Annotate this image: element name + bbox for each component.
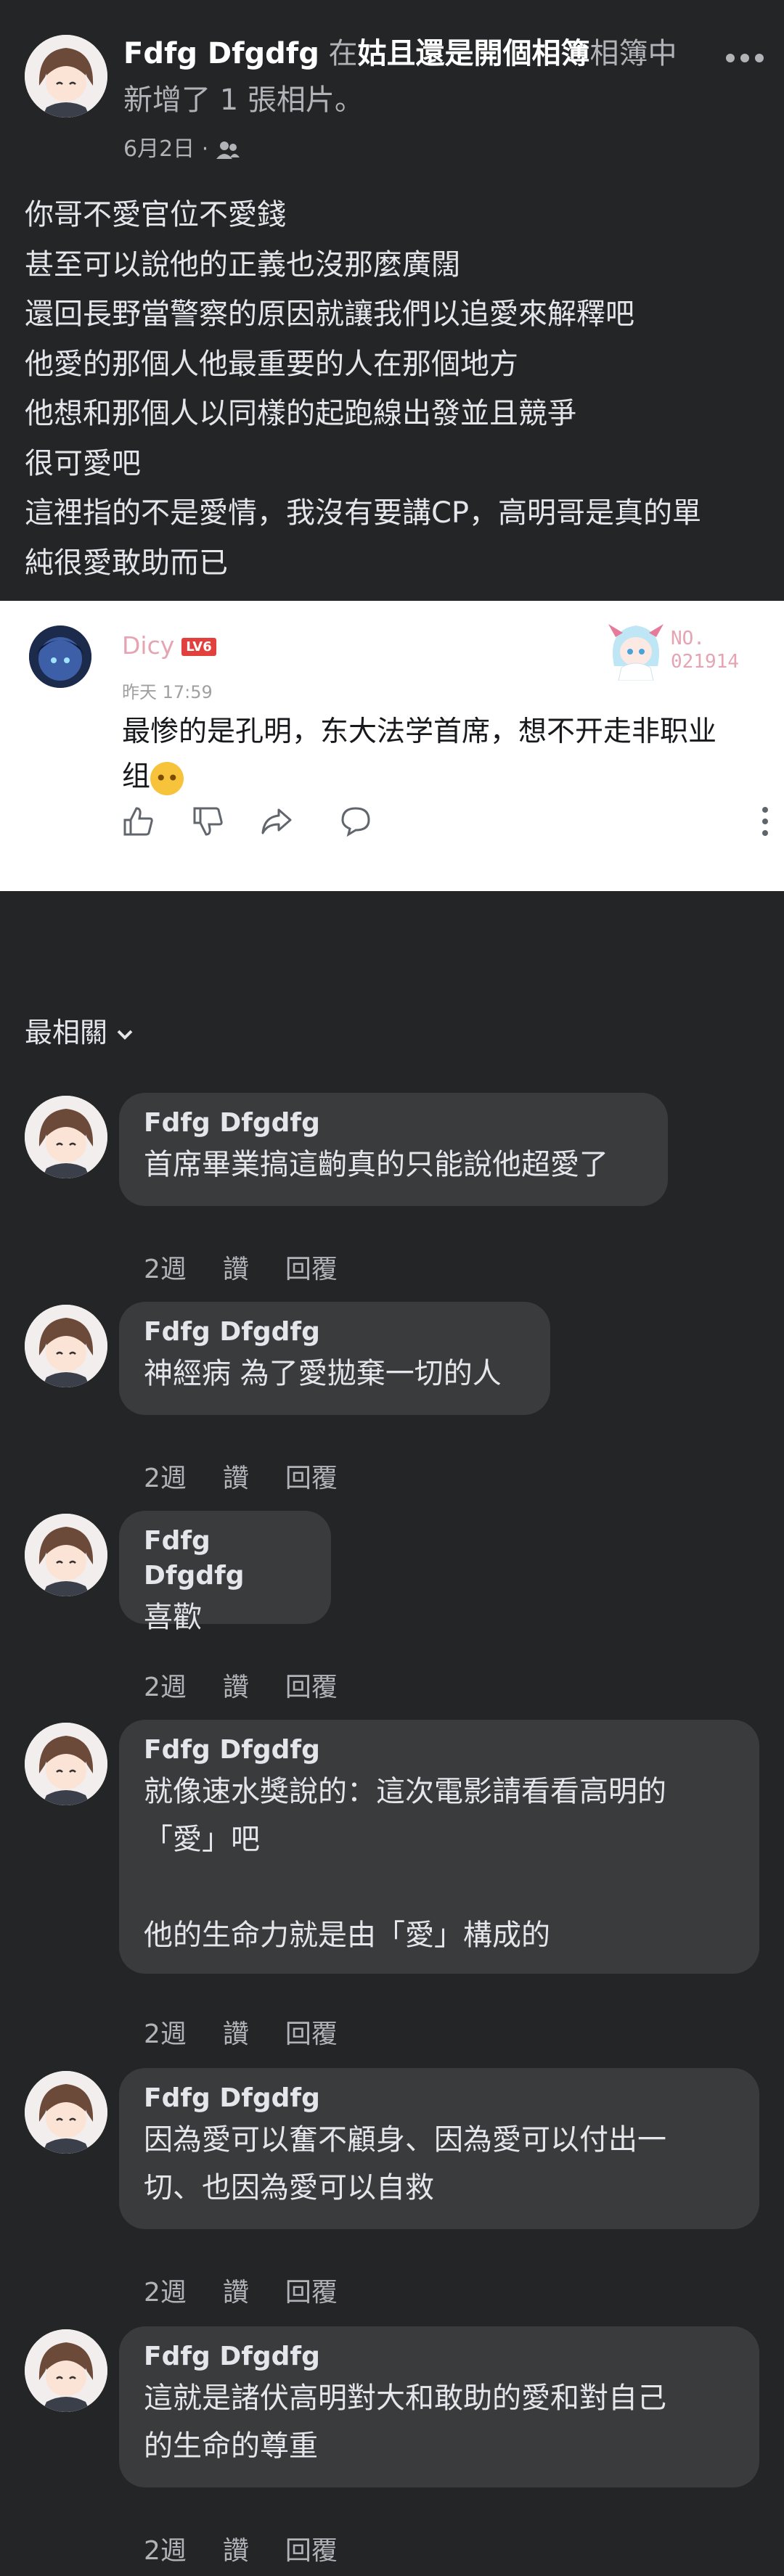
post-action-text: 新增了 1 張相片。 (123, 83, 364, 117)
embed-comment-text: 最惨的是孔明，东大法学首席，想不开走非职业 组 •• (122, 710, 746, 800)
reply-button[interactable]: 回覆 (285, 1673, 338, 1702)
comment-text: 首席畢業搞這齣真的只能說他超愛了 (144, 1148, 608, 1181)
album-link[interactable]: 姑且還是開個相簿 (358, 37, 590, 70)
reply-button[interactable]: 回覆 (285, 1255, 338, 1284)
commenter-name[interactable]: Fdfg Dfgdfg (144, 2339, 735, 2374)
comment-time[interactable]: 2週 (144, 1464, 187, 1493)
post-photo[interactable]: Dicy LV6 昨天 17:59 NO. 021914 最惨的是孔明，东大法学首… (0, 601, 784, 891)
comment-actions: 2週 讚 回覆 (144, 2530, 374, 2567)
post-line: 他愛的那個人他最重要的人在那個地方 (25, 347, 518, 381)
comment-sort-dropdown[interactable]: 最相關 (25, 1010, 135, 1050)
comment-text: 神經病 為了愛拋棄一切的人 (144, 1357, 502, 1390)
commenter-avatar[interactable] (25, 1514, 107, 1596)
reply-button[interactable]: 回覆 (285, 2019, 338, 2049)
comment-text: 因為愛可以奮不顧身、因為愛可以付出一 切、也因為愛可以自救 (144, 2123, 666, 2204)
like-button[interactable]: 讚 (223, 1673, 249, 1702)
thumb-down-icon (192, 805, 224, 840)
like-button[interactable]: 讚 (223, 2536, 249, 2566)
badge-no-value: 021914 (671, 651, 739, 673)
album-suffix: 相簿中 (589, 37, 677, 70)
comment-bubble: Fdfg Dfgdfg 這就是諸伏高明對大和敢助的愛和對自己 的生命的尊重 (119, 2326, 759, 2487)
embed-username-text: Dicy (122, 631, 175, 660)
comment-time[interactable]: 2週 (144, 1673, 187, 1702)
character-badge-image (600, 615, 672, 681)
commenter-avatar[interactable] (25, 2071, 107, 2154)
post-line: 甚至可以說他的正義也沒那麼廣闊 (25, 247, 460, 282)
author-avatar[interactable] (25, 35, 107, 118)
post-line: 還回長野當警察的原因就讓我們以追愛來解釋吧 (25, 298, 634, 331)
post-meta: 6月2日 · (123, 131, 240, 163)
embed-time: 昨天 17:59 (122, 682, 213, 702)
sweat-emoji-icon: •• (150, 761, 184, 795)
comment-actions: 2週 讚 回覆 (144, 2271, 374, 2309)
like-button[interactable]: 讚 (223, 1255, 249, 1284)
comment-icon (340, 805, 372, 840)
commenter-name[interactable]: Fdfg Dfgdfg (144, 1315, 526, 1350)
post-date[interactable]: 6月2日 (123, 136, 195, 162)
commenter-avatar[interactable] (25, 1305, 107, 1387)
thumb-up-icon (122, 805, 154, 840)
comment-text: 喜歡 (144, 1601, 202, 1634)
meta-separator: · (201, 136, 209, 162)
comment-bubble: Fdfg Dfgdfg 神經病 為了愛拋棄一切的人 (119, 1302, 550, 1415)
commenter-avatar[interactable] (25, 1723, 107, 1805)
friends-icon (216, 136, 240, 162)
comment-text: 就像速水獎說的：這次電影請看看高明的 「愛」吧 他的生命力就是由「愛」構成的 (144, 1775, 666, 1952)
reply-button[interactable]: 回覆 (285, 2278, 338, 2308)
post-header: Fdfg Dfgdfg 在姑且還是開個相簿相簿中 新增了 1 張相片。 6月2日… (0, 0, 784, 174)
comment-time[interactable]: 2週 (144, 2278, 187, 2308)
comment-bubble: Fdfg Dfgdfg 因為愛可以奮不顧身、因為愛可以付出一 切、也因為愛可以自救 (119, 2068, 759, 2229)
like-button[interactable]: 讚 (223, 2278, 249, 2308)
commenter-name[interactable]: Fdfg Dfgdfg (144, 1106, 643, 1141)
like-button[interactable]: 讚 (223, 2019, 249, 2049)
author-name[interactable]: Fdfg Dfgdfg (123, 37, 319, 70)
comment-actions: 2週 讚 回覆 (144, 1666, 374, 1704)
embed-actions (122, 805, 761, 849)
embed-username: Dicy LV6 (122, 631, 216, 660)
more-horizontal-icon[interactable] (724, 38, 765, 71)
comment-actions: 2週 讚 回覆 (144, 1248, 374, 1286)
comment-actions: 2週 讚 回覆 (144, 2013, 374, 2051)
level-badge: LV6 (181, 638, 216, 656)
commenter-name[interactable]: Fdfg Dfgdfg (144, 2081, 735, 2116)
post-body: 你哥不愛官位不愛錢 甚至可以說他的正義也沒那麼廣闊 還回長野當警察的原因就讓我們… (0, 174, 784, 584)
post-header-text: Fdfg Dfgdfg 在姑且還是開個相簿相簿中 新增了 1 張相片。 (123, 30, 704, 123)
comment-actions: 2週 讚 回覆 (144, 1457, 374, 1495)
commenter-avatar[interactable] (25, 1096, 107, 1178)
badge-number: NO. 021914 (671, 627, 739, 673)
more-vertical-icon (761, 805, 769, 844)
comment-bubble: Fdfg Dfgdfg 首席畢業搞這齣真的只能說他超愛了 (119, 1093, 668, 1206)
like-button[interactable]: 讚 (223, 1464, 249, 1493)
badge-no-label: NO. (671, 628, 705, 649)
commenter-avatar[interactable] (25, 2329, 107, 2412)
share-icon (260, 805, 292, 840)
embed-user-avatar (29, 625, 91, 688)
embed-line: 组 (122, 760, 151, 793)
post-line: 你哥不愛官位不愛錢 (25, 198, 286, 231)
comment-bubble: Fdfg Dfgdfg 喜歡 (119, 1511, 331, 1634)
post-line: 很可愛吧 (25, 446, 141, 480)
comment-text: 這就是諸伏高明對大和敢助的愛和對自己 的生命的尊重 (144, 2382, 666, 2463)
post-line: 他想和那個人以同樣的起跑線出發並且競爭 (25, 397, 576, 430)
comment-time[interactable]: 2週 (144, 2019, 187, 2049)
post-line: 純很愛敢助而已 (25, 546, 228, 580)
in-word: 在 (328, 37, 358, 70)
comment-bubble: Fdfg Dfgdfg 就像速水獎說的：這次電影請看看高明的 「愛」吧 他的生命力… (119, 1720, 759, 1974)
reply-button[interactable]: 回覆 (285, 1464, 338, 1493)
comment-time[interactable]: 2週 (144, 2536, 187, 2566)
commenter-name[interactable]: Fdfg Dfgdfg (144, 1524, 306, 1593)
reply-button[interactable]: 回覆 (285, 2536, 338, 2566)
commenter-name[interactable]: Fdfg Dfgdfg (144, 1733, 735, 1768)
sort-label: 最相關 (25, 1017, 108, 1049)
chevron-down-icon (107, 1017, 135, 1049)
embed-line: 最惨的是孔明，东大法学首席，想不开走非职业 (122, 715, 717, 748)
comment-time[interactable]: 2週 (144, 1255, 187, 1284)
post-line: 這裡指的不是愛情，我沒有要講CP，高明哥是真的單 (25, 496, 702, 530)
